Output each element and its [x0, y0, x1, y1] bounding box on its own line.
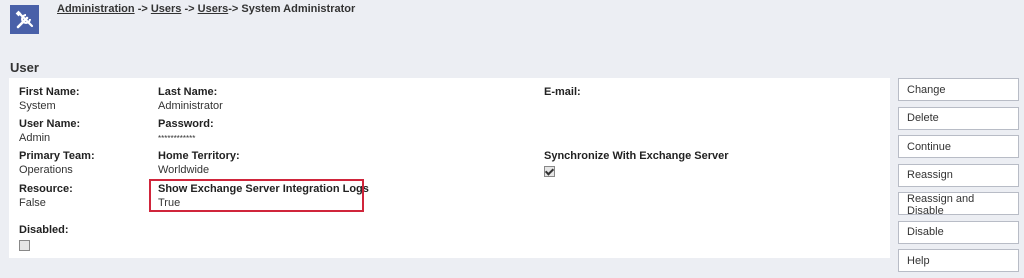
- first-name-label: First Name:: [19, 86, 80, 98]
- disable-button[interactable]: Disable: [898, 220, 1019, 244]
- first-name-value: System: [19, 100, 56, 112]
- primary-team-field: Primary Team: Operations: [19, 150, 95, 177]
- disabled-field: Disabled:: [19, 224, 69, 251]
- breadcrumb-current: System Administrator: [241, 3, 356, 15]
- continue-button[interactable]: Continue: [898, 135, 1019, 158]
- highlight-box: [149, 179, 364, 212]
- breadcrumb-separator: ->: [228, 3, 239, 15]
- home-territory-value: Worldwide: [158, 164, 210, 176]
- last-name-field: Last Name: Administrator: [158, 86, 223, 113]
- primary-team-label: Primary Team:: [19, 150, 95, 162]
- breadcrumb-administration-link[interactable]: Administration: [57, 3, 135, 15]
- tools-icon: [10, 5, 39, 34]
- home-territory-field: Home Territory: Worldwide: [158, 150, 240, 177]
- sync-exchange-label: Synchronize With Exchange Server: [544, 150, 729, 162]
- sync-exchange-field: Synchronize With Exchange Server: [544, 150, 729, 177]
- change-button[interactable]: Change: [898, 78, 1019, 101]
- home-territory-label: Home Territory:: [158, 150, 240, 162]
- last-name-label: Last Name:: [158, 86, 218, 98]
- last-name-value: Administrator: [158, 100, 223, 112]
- resource-label: Resource:: [19, 183, 73, 195]
- user-name-value: Admin: [19, 132, 51, 144]
- email-label: E-mail:: [544, 86, 581, 98]
- disabled-label: Disabled:: [19, 224, 69, 236]
- primary-team-value: Operations: [19, 164, 73, 176]
- resource-value: False: [19, 197, 46, 209]
- section-title: User: [10, 60, 39, 75]
- user-name-label: User Name:: [19, 118, 81, 130]
- breadcrumb-users-link[interactable]: Users: [151, 3, 182, 15]
- delete-button[interactable]: Delete: [898, 106, 1019, 130]
- password-field: Password: ************: [158, 118, 214, 145]
- sync-exchange-checkbox[interactable]: [544, 166, 555, 177]
- breadcrumb-users-list-link[interactable]: Users: [198, 3, 229, 15]
- breadcrumb-separator: ->: [137, 3, 148, 15]
- actions-column: Change Delete Continue Reassign Reassign…: [898, 78, 1019, 278]
- first-name-field: First Name: System: [19, 86, 80, 113]
- reassign-button[interactable]: Reassign: [898, 163, 1019, 187]
- password-label: Password:: [158, 118, 214, 130]
- email-field: E-mail:: [544, 86, 581, 100]
- user-details-panel: First Name: System Last Name: Administra…: [9, 78, 890, 258]
- breadcrumb-separator: ->: [184, 3, 195, 15]
- reassign-and-disable-button[interactable]: Reassign and Disable: [898, 192, 1019, 217]
- resource-field: Resource: False: [19, 183, 73, 210]
- user-name-field: User Name: Admin: [19, 118, 80, 145]
- password-value: ************: [158, 134, 196, 143]
- breadcrumb: Administration -> Users -> Users-> Syste…: [57, 3, 355, 15]
- disabled-checkbox[interactable]: [19, 240, 30, 251]
- help-button[interactable]: Help: [898, 249, 1019, 272]
